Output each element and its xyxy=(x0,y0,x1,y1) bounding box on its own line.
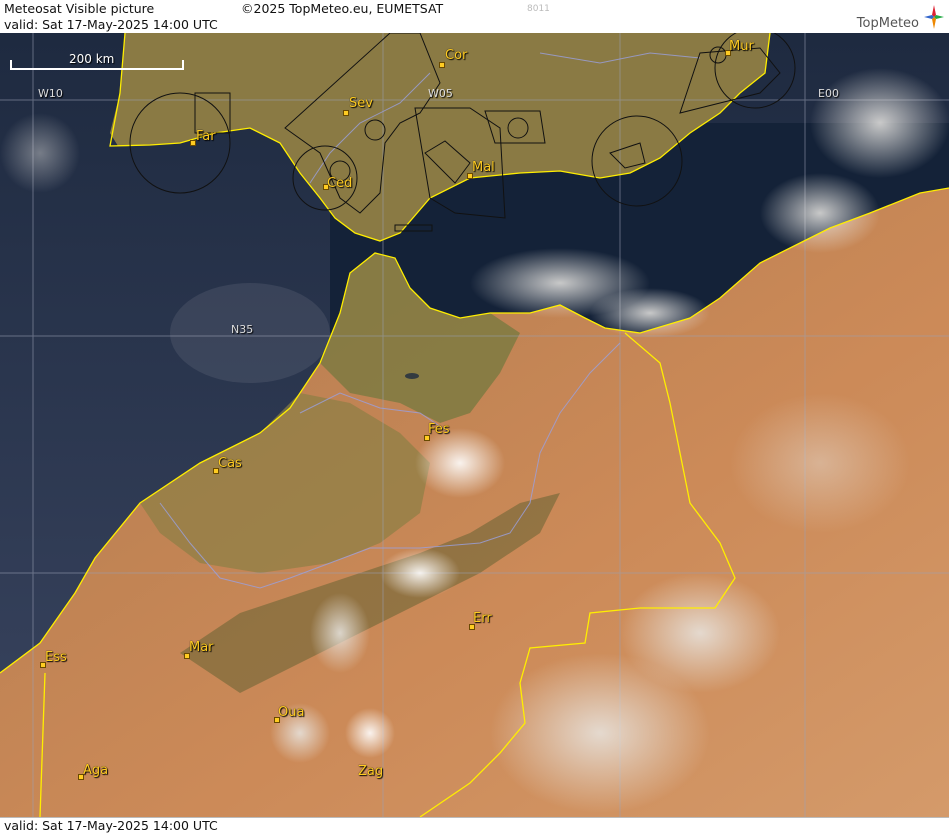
city-label-cor: Cor xyxy=(445,48,468,63)
city-label-cas: Cas xyxy=(218,456,242,471)
city-label-oua: Oua xyxy=(278,705,305,720)
scale-label: 200 km xyxy=(69,52,115,66)
city-label-sev: Sev xyxy=(349,96,373,111)
grid-label-e00: E00 xyxy=(818,87,839,100)
footer-valid-time: valid: Sat 17-May-2025 14:00 UTC xyxy=(4,818,218,833)
compass-star-icon xyxy=(924,5,944,29)
map-canvas xyxy=(0,33,949,817)
grid-label-n35: N35 xyxy=(231,323,254,336)
city-label-aga: Aga xyxy=(83,763,109,778)
satellite-map[interactable]: 200 km W10 W05 E00 N35 Cor Mur Sev Far C… xyxy=(0,33,949,817)
lake xyxy=(405,373,419,379)
city-label-err: Err xyxy=(473,611,492,626)
logo-text: TopMeteo xyxy=(856,16,919,31)
footer-bar: valid: Sat 17-May-2025 14:00 UTC xyxy=(0,817,949,833)
copyright-text: ©2025 TopMeteo.eu, EUMETSAT xyxy=(241,1,444,16)
header-bar: Meteosat Visible picture ©2025 TopMeteo.… xyxy=(0,0,949,34)
city-label-mal: Mal xyxy=(472,160,495,175)
city-label-mar: Mar xyxy=(189,640,214,655)
city-label-zag: Zag xyxy=(358,764,384,779)
image-title: Meteosat Visible picture xyxy=(4,1,155,16)
city-label-fes: Fes xyxy=(428,422,450,437)
city-label-far: Far xyxy=(196,129,216,144)
grid-label-w05: W05 xyxy=(428,87,453,100)
topmeteo-logo[interactable]: TopMeteo xyxy=(845,2,945,32)
city-label-mur: Mur xyxy=(729,39,754,54)
grid-label-w10: W10 xyxy=(38,87,63,100)
valid-time: valid: Sat 17-May-2025 14:00 UTC xyxy=(4,17,218,32)
city-label-ced: Ced xyxy=(327,176,353,191)
city-label-ess: Ess xyxy=(45,650,67,665)
product-code: 8011 xyxy=(527,4,550,14)
